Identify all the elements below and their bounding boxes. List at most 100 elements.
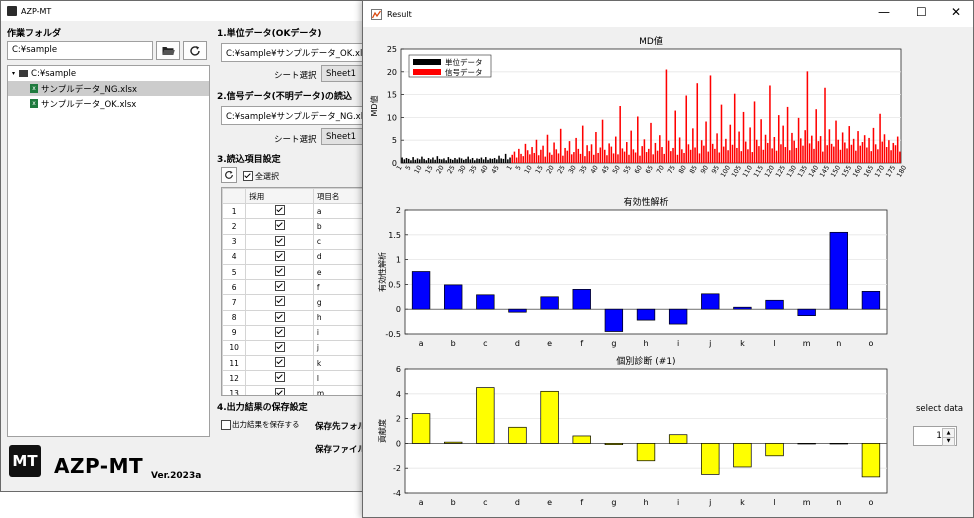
md-bar xyxy=(529,154,531,163)
y-tick-label: 10 xyxy=(387,113,397,122)
x-tick-label: 105 xyxy=(730,164,743,179)
close-icon[interactable]: ✕ xyxy=(951,5,961,19)
md-bar xyxy=(795,147,798,163)
ok-data-path[interactable]: C:¥sample¥サンプルデータ_OK.xlsx xyxy=(221,43,369,62)
result-title: Result xyxy=(387,9,412,19)
adopt-checkbox[interactable] xyxy=(274,326,285,337)
adopt-checkbox[interactable] xyxy=(274,205,285,216)
md-bar xyxy=(566,150,569,163)
minimize-icon[interactable]: — xyxy=(878,5,890,19)
tree-root[interactable]: ▾ C:¥sample xyxy=(8,66,209,81)
x-tick-label: 125 xyxy=(774,164,787,179)
md-bar xyxy=(489,158,491,163)
chart-title: 個別診断 (#1) xyxy=(616,355,675,367)
adopt-checkbox[interactable] xyxy=(274,266,285,277)
x-tick-label: 180 xyxy=(895,164,908,179)
adopt-checkbox[interactable] xyxy=(274,296,285,307)
md-bar xyxy=(689,149,692,163)
md-bar xyxy=(579,153,582,163)
adopt-checkbox[interactable] xyxy=(274,357,285,368)
table-row[interactable]: 4d xyxy=(222,248,370,265)
bar xyxy=(765,443,784,457)
table-row[interactable]: 10 j xyxy=(222,339,370,357)
table-row[interactable]: 11 k xyxy=(222,355,370,372)
table-row[interactable]: 6f xyxy=(222,279,370,296)
spinner-down-icon[interactable]: ▼ xyxy=(942,437,955,446)
table-row[interactable]: 5e xyxy=(222,263,370,281)
row-index: 11 xyxy=(222,355,247,372)
table-row[interactable]: 7g xyxy=(222,294,370,311)
md-bar xyxy=(731,144,734,163)
md-bar xyxy=(890,150,892,163)
md-bar xyxy=(584,156,586,163)
md-bar xyxy=(463,159,465,163)
maximize-icon[interactable]: ☐ xyxy=(916,5,927,19)
row-index: 10 xyxy=(222,339,247,357)
x-tick-label: 20 xyxy=(545,164,556,175)
x-tick-label: 25 xyxy=(446,164,457,175)
refresh-folder-button[interactable] xyxy=(183,41,207,60)
md-bar xyxy=(588,151,591,163)
table-row[interactable]: 9i xyxy=(222,324,370,341)
table-row[interactable]: 3c xyxy=(222,233,370,250)
md-bar xyxy=(841,132,844,163)
workfolder-field[interactable]: C:¥sample xyxy=(7,41,153,60)
reload-items-button[interactable] xyxy=(221,167,237,183)
table-row[interactable]: 1a xyxy=(222,203,370,220)
adopt-checkbox[interactable] xyxy=(274,372,285,383)
adopt-checkbox[interactable] xyxy=(274,341,285,352)
save-file-label: 保存ファイル xyxy=(315,445,367,455)
md-bar xyxy=(881,141,884,163)
adopt-checkbox[interactable] xyxy=(274,387,285,395)
adopt-checkbox[interactable] xyxy=(274,220,285,231)
md-bar xyxy=(859,145,862,163)
md-bar xyxy=(700,140,703,163)
md-bar xyxy=(681,149,683,163)
md-bar xyxy=(471,157,474,163)
md-bar xyxy=(467,156,469,163)
adopt-checkbox[interactable] xyxy=(274,235,285,246)
md-bar xyxy=(648,148,650,163)
x-tick-label: g xyxy=(611,339,616,348)
md-bar xyxy=(544,156,547,163)
chart-title: MD値 xyxy=(639,35,663,47)
table-row[interactable]: 13 m xyxy=(222,385,370,395)
adopt-checkbox[interactable] xyxy=(274,311,285,322)
md-bar xyxy=(562,155,564,163)
row-index: 2 xyxy=(222,218,247,235)
open-folder-button[interactable] xyxy=(156,41,180,60)
md-bar xyxy=(542,145,544,163)
row-adopt-cell xyxy=(245,248,314,265)
azp-titlebar: AZP-MT xyxy=(1,1,367,21)
md-bar xyxy=(597,152,599,163)
table-row[interactable]: 12 l xyxy=(222,370,370,387)
select-data-spinner[interactable]: 1 ▲ ▼ xyxy=(913,426,957,446)
legend-label: 単位データ xyxy=(445,57,483,67)
adopt-checkbox[interactable] xyxy=(274,250,285,261)
tree-file-ok[interactable]: x サンプルデータ_OK.xlsx xyxy=(8,96,209,111)
ng-data-path[interactable]: C:¥sample¥サンプルデータ_NG.xlsx xyxy=(221,106,369,125)
adopt-checkbox[interactable] xyxy=(274,281,285,292)
md-bar xyxy=(465,158,467,163)
legend-label: 信号データ xyxy=(445,67,483,77)
section3-title: 3.読込項目設定 xyxy=(217,155,281,165)
table-row[interactable]: 8h xyxy=(222,309,370,326)
items-table[interactable]: 採用 項目名 1 a 2 b 3 c 4 d 5 e 6 f 7 g 8 h 9 i 10 j 11 k 12 l 13 m xyxy=(221,187,371,396)
md-bar xyxy=(899,151,901,163)
x-tick-label: j xyxy=(708,339,711,348)
table-header-adopt: 採用 xyxy=(245,188,314,205)
row-adopt-cell xyxy=(245,218,314,235)
bar xyxy=(733,443,752,468)
table-row[interactable]: 2b xyxy=(222,218,370,235)
file-tree[interactable]: ▾ C:¥sample x サンプルデータ_NG.xlsx x サンプルデータ_… xyxy=(7,65,210,437)
select-all-checkbox[interactable] xyxy=(243,171,253,181)
md-bar xyxy=(460,158,463,163)
md-bar xyxy=(696,83,699,163)
tree-file-ng[interactable]: x サンプルデータ_NG.xlsx xyxy=(8,81,209,96)
row-index: 6 xyxy=(222,279,247,296)
mt-logo: MT xyxy=(9,445,41,477)
md-bar xyxy=(504,153,507,163)
expand-arrow-icon[interactable]: ▾ xyxy=(12,70,15,77)
section2-title: 2.信号データ(不明データ)の読込 xyxy=(217,92,352,102)
save-output-checkbox[interactable] xyxy=(221,420,231,430)
